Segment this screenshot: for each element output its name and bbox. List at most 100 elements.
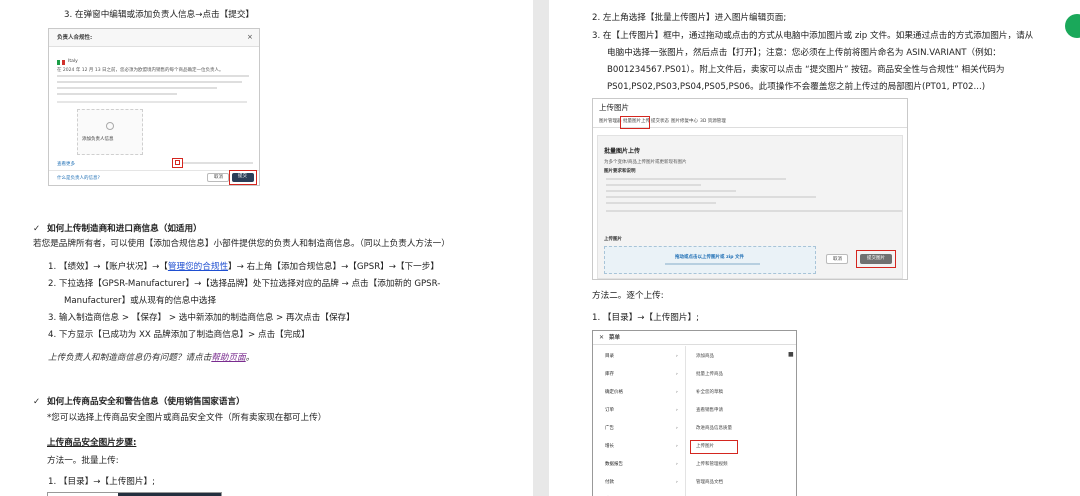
add-responsible-person-card[interactable]: 添加负责人信息	[77, 109, 143, 155]
chevron-right-icon: ›	[676, 390, 678, 395]
step3-line1: 3. 在【上传图片】框中，通过拖动或点击的方式从电脑中添加图片或 zip 文件。…	[592, 31, 1034, 41]
upload-label: 上传图片	[604, 237, 622, 242]
help-link[interactable]: 什么是负责人的信息?	[57, 176, 100, 182]
text-line	[57, 75, 249, 77]
menu-right-column: 添加商品 ■ 批量上传商品 补全您的草稿 查看销售申请 改进商品信息质量 上传图…	[685, 346, 796, 496]
submenu-applications[interactable]: 查看销售申请	[696, 408, 723, 414]
text-line	[606, 196, 816, 198]
panel-desc: 为多个变体/商品上传图片或更新现有图片	[604, 160, 687, 165]
text-line	[57, 93, 177, 95]
submenu-listing-quality[interactable]: 改进商品信息质量	[696, 426, 732, 432]
chevron-right-icon: ›	[676, 426, 678, 431]
text-line	[606, 210, 902, 212]
text-line	[665, 263, 760, 265]
dialog-body-text: 在 2024 年 12 月 13 日之前，您必须为欧盟境内销售的每个商品确定一位…	[57, 68, 224, 73]
submenu-videos[interactable]: 上传和管理视频	[696, 462, 728, 468]
menu-header: ✕ 菜单	[593, 331, 796, 345]
highlight-box	[856, 250, 896, 268]
manage-compliance-link[interactable]: 管理您的合规性	[168, 262, 228, 272]
flag-label: Italy	[68, 59, 78, 64]
section1-heading: 如何上传制造商和进口商信息（如适用）	[47, 224, 202, 234]
text-line	[57, 101, 247, 103]
menu-item-ads[interactable]: 广告	[605, 426, 614, 432]
step2: 2. 左上角选择【批量上传图片】进入图片编辑页面;	[592, 13, 787, 23]
highlight-box	[172, 158, 183, 168]
panel-title: 批量图片上传	[604, 148, 641, 155]
menu-close-icon[interactable]: ✕	[599, 334, 604, 342]
menu-item-reports[interactable]: 数据报告	[605, 462, 623, 468]
item1-start: 1. 【绩效】→【账户状况】→【	[48, 262, 168, 272]
section1-item4: 4. 下方显示【已成功为 XX 品牌添加了制造商信息】> 点击【完成】	[48, 330, 310, 340]
chevron-right-icon: ›	[676, 354, 678, 359]
section2-check-icon: ✓	[33, 397, 41, 407]
text-line	[606, 202, 716, 204]
section2-heading: 如何上传商品安全和警告信息（使用销售国家语言）	[47, 397, 245, 407]
text-line	[57, 87, 217, 89]
chevron-right-icon: ›	[676, 462, 678, 467]
upload-cancel-button[interactable]: 取消	[826, 254, 848, 264]
text-line	[183, 162, 253, 164]
menu-item-catalog[interactable]: 目录	[605, 354, 614, 360]
section1-item2-line1: 2. 下拉选择【GPSR-Manufacturer】→【选择品牌】处下拉选择对应…	[48, 279, 441, 289]
tab-submit-status[interactable]: 提交状态	[651, 119, 669, 125]
tab-image-manager[interactable]: 图片管理器	[599, 119, 622, 125]
submenu-bulk-upload[interactable]: 批量上传商品	[696, 372, 723, 378]
chevron-right-icon: ›	[676, 444, 678, 449]
highlight-box	[620, 116, 650, 129]
step3-title: 3. 在弹窗中编辑或添加负责人信息→点击【提交】	[64, 10, 255, 20]
method1: 方法一。批量上传:	[47, 456, 119, 466]
section1-item3: 3. 输入制造商信息 > 【保存】 > 选中新添加的制造商信息 > 再次点击【保…	[48, 313, 355, 323]
cancel-button[interactable]: 取消	[207, 173, 229, 182]
menu-screenshot-partial	[47, 492, 222, 496]
upload-page-title: 上传图片	[599, 103, 629, 112]
step3-line3: B001234567.PS01）。附上文件后，卖家可以点击 “提交图片” 按钮。…	[607, 65, 1005, 75]
submenu-add-products[interactable]: 添加商品	[696, 354, 714, 360]
more-link[interactable]: 查看更多	[57, 162, 75, 168]
menu-item-inventory[interactable]: 库存	[605, 372, 614, 378]
sub-heading: 上传商品安全图片步骤:	[47, 438, 137, 448]
table-app-icon[interactable]	[1065, 14, 1080, 38]
requirements-label: 图片要求和说明	[604, 169, 636, 174]
pin-icon[interactable]: ■	[788, 352, 794, 358]
close-icon[interactable]: ×	[247, 34, 253, 41]
tab-image-repair[interactable]: 图片修复中心	[671, 119, 698, 125]
menu-title: 菜单	[609, 335, 621, 341]
help-page-link[interactable]: 帮助页面	[211, 353, 245, 363]
step3-line2: 电脑中选择一张图片，然后点击【打开】；注意：您必须在上传前将图片命名为 ASIN…	[607, 48, 1001, 58]
menu-screenshot: ✕ 菜单 目录 库存 确定价格 订单 广告 增长 数据报告 付款 绩效 › › …	[592, 330, 797, 496]
left-page: 3. 在弹窗中编辑或添加负责人信息→点击【提交】 负责人合规性: × Italy…	[0, 0, 533, 496]
item1-end: 】→ 右上角【添加合规信息】→【GPSR】→【下一步】	[228, 262, 439, 272]
text-line	[57, 81, 242, 83]
menu-left-column: 目录 库存 确定价格 订单 广告 增长 数据报告 付款 绩效 › › › › ›…	[593, 346, 685, 496]
footer-divider	[49, 170, 259, 171]
chevron-right-icon: ›	[676, 372, 678, 377]
chevron-right-icon: ›	[676, 480, 678, 485]
cancel-label: 取消	[214, 175, 223, 180]
menu-item-payments[interactable]: 付款	[605, 480, 614, 486]
menu-item-orders[interactable]: 订单	[605, 408, 614, 414]
submenu-documents[interactable]: 管理商品文档	[696, 480, 723, 486]
responsible-person-dialog-screenshot: 负责人合规性: × Italy 在 2024 年 12 月 13 日之前，您必须…	[48, 28, 260, 186]
plus-icon	[106, 122, 114, 130]
text-line	[606, 184, 701, 186]
right-page: 2. 左上角选择【批量上传图片】进入图片编辑页面; 3. 在【上传图片】框中，通…	[549, 0, 1080, 496]
submenu-drafts[interactable]: 补全您的草稿	[696, 390, 723, 396]
drop-zone-text: 拖动或点击以上传图片或 zip 文件	[675, 255, 745, 260]
section2-note: *您可以选择上传商品安全图片或商品安全文件（所有卖家现在都可上传）	[47, 413, 327, 423]
note-text: 上传负责人和制造商信息仍有问题？请点击	[48, 353, 212, 363]
drop-zone[interactable]: 拖动或点击以上传图片或 zip 文件	[604, 246, 816, 274]
menu-item-growth[interactable]: 增长	[605, 444, 614, 450]
bulk-upload-screenshot: 上传图片 图片管理器 批量图片上传 提交状态 图片修复中心 3D 资源管理 批量…	[592, 98, 908, 280]
bulk-upload-panel: 批量图片上传 为多个变体/商品上传图片或更新现有图片 图片要求和说明 上传图片 …	[597, 135, 903, 279]
section1-item1: 1. 【绩效】→【账户状况】→【管理您的合规性】→ 右上角【添加合规信息】→【G…	[48, 261, 439, 274]
method2: 方法二。逐个上传:	[592, 291, 664, 301]
menu-item-pricing[interactable]: 确定价格	[605, 390, 623, 396]
section1-intro: 若您是品牌所有者，可以使用【添加合规信息】小部件提供您的负责人和制造商信息。（同…	[33, 239, 450, 249]
section1-note: 上传负责人和制造商信息仍有问题？请点击帮助页面。	[48, 352, 254, 365]
upload-cancel-label: 取消	[833, 257, 842, 262]
text-line	[606, 190, 736, 192]
highlight-box	[229, 170, 257, 185]
tab-3d-assets[interactable]: 3D 资源管理	[700, 119, 726, 125]
section1-check-icon: ✓	[33, 224, 41, 234]
section1-item2-line2: Manufacturer】或从现有的信息中选择	[64, 296, 217, 306]
